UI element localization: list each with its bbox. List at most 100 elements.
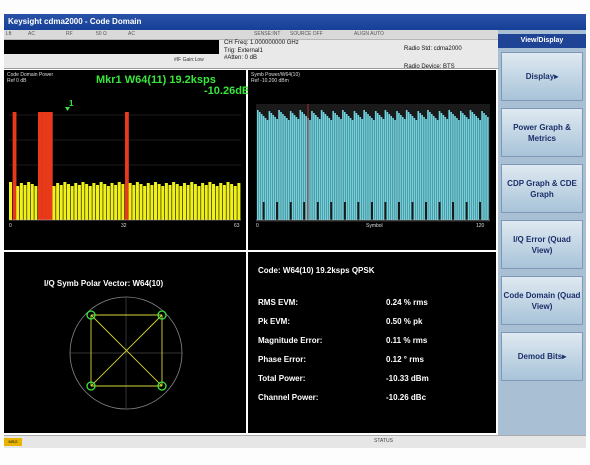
measurement-settings: CH Freq: 1.000000000 GHz Trig: External1… — [224, 40, 299, 63]
header-cell: SOURCE OFF — [290, 31, 323, 37]
metric-label: Magnitude Error: — [258, 336, 323, 345]
symbol-power-bar — [332, 111, 335, 220]
symbol-power-bar — [427, 110, 429, 220]
symbol-power-bar — [301, 112, 304, 220]
inactive-code-bar — [186, 185, 190, 220]
symbol-power-bar — [313, 113, 315, 220]
inactive-code-bar — [230, 184, 234, 220]
symbol-power-bar — [272, 115, 275, 220]
symbol-power-bar — [274, 117, 277, 220]
cdp-cde-graph-softkey[interactable]: CDP Graph & CDE Graph — [501, 164, 583, 213]
code-domain-quad-softkey[interactable]: Code Domain (Quad View) — [501, 276, 583, 325]
iq-polar-pane[interactable]: I/Q Symb Polar Vector: W64(10) — [4, 252, 246, 433]
symbol-power-bar — [299, 110, 302, 220]
symbol-power-bar — [456, 118, 458, 220]
x-axis-label: Symbol — [366, 223, 383, 229]
symbol-power-bar — [315, 115, 317, 220]
metrics-pane[interactable]: Code: W64(10) 19.2ksps QPSK RMS EVM: 0.24… — [248, 252, 496, 433]
header-cell: SENSE:INT — [254, 31, 281, 37]
inactive-code-bar — [172, 182, 176, 220]
inactive-code-bar — [52, 186, 56, 220]
symbol-power-bar — [344, 112, 346, 202]
inactive-code-bar — [67, 184, 71, 220]
metric-value: -10.26 dBc — [386, 393, 427, 402]
iq-error-quad-softkey[interactable]: I/Q Error (Quad View) — [501, 220, 583, 269]
metric-label: Pk EVM: — [258, 317, 291, 326]
symbol-power-bar — [289, 111, 292, 202]
inactive-code-bar — [208, 182, 212, 220]
code-domain-power-pane[interactable]: Code Domain Power Ref 0 dB Mkr1 W64(11) … — [4, 70, 250, 250]
symbol-power-bar — [402, 117, 404, 220]
inactive-code-bar — [96, 185, 100, 220]
inactive-code-bar — [117, 182, 121, 220]
symbol-power-bar — [260, 114, 263, 220]
active-code-bar — [48, 112, 53, 220]
symbol-power-bar — [287, 120, 290, 220]
inactive-code-bar — [34, 186, 38, 220]
symbol-power-bar — [481, 111, 483, 220]
active-code-bar — [45, 112, 50, 220]
symbol-power-bar — [324, 114, 327, 220]
message-icon[interactable]: MSG — [4, 438, 22, 446]
radio-std: Radio Std: cdma2000 — [404, 46, 462, 52]
symbol-power-bar — [293, 115, 296, 220]
symbol-power-bar — [316, 117, 319, 202]
trigger: Trig: External1 — [224, 47, 263, 54]
inactive-code-bar — [103, 184, 107, 220]
inactive-code-bar — [88, 186, 92, 220]
symbol-power-bar — [282, 114, 284, 220]
inactive-code-bar — [99, 182, 103, 220]
symbol-power-bar — [396, 111, 398, 220]
header-cell: 50 Ω — [96, 31, 107, 37]
symbol-power-bar — [444, 117, 447, 220]
display-softkey[interactable]: Display▸ — [501, 52, 583, 101]
inactive-code-bar — [63, 182, 67, 220]
symbol-power-bar — [373, 120, 375, 220]
power-graph-metrics-softkey[interactable]: Power Graph & Metrics — [501, 108, 583, 157]
inactive-code-bar — [16, 186, 20, 220]
symbol-power-bar — [378, 115, 381, 220]
symbol-power-bar — [309, 120, 311, 220]
symbol-power-bar — [475, 116, 478, 220]
inactive-code-bar — [110, 183, 114, 220]
inactive-code-bar — [132, 185, 136, 220]
symbol-power-bar — [394, 120, 396, 220]
symbol-power-bar — [440, 113, 443, 220]
symbol-power-bar — [328, 118, 331, 220]
symbol-power-bar — [423, 117, 425, 220]
symbol-power-bar — [469, 110, 472, 220]
symbol-power-bar — [386, 112, 389, 220]
symbol-power-bar — [363, 110, 365, 220]
symbol-power-bar — [487, 117, 489, 220]
symbol-power-bar — [407, 112, 410, 220]
symbol-power-bar — [454, 116, 456, 220]
symbol-power-bar — [369, 116, 371, 220]
inactive-code-bar — [146, 183, 150, 220]
symbol-power-bar — [417, 111, 420, 220]
symbol-power-bar — [291, 113, 294, 220]
inactive-code-bar — [30, 184, 34, 220]
symbol-power-pane[interactable]: Symb Power/W64(10) Ref -10.200 dBm 0 Sym… — [248, 70, 496, 250]
symbol-power-bar — [400, 115, 402, 220]
metric-label: Channel Power: — [258, 393, 319, 402]
symbol-power-bar — [355, 113, 358, 220]
symbol-power-bar — [276, 119, 278, 202]
symbol-power-bar — [398, 113, 400, 202]
symbol-power-bar — [305, 116, 307, 220]
symbol-power-bar — [284, 116, 286, 220]
inactive-code-bar — [212, 184, 216, 220]
symbol-power-bar — [413, 118, 416, 220]
symbol-power-bar — [460, 111, 462, 220]
if-gain-label: #IF Gain:Low — [174, 57, 204, 63]
active-code-bar — [38, 112, 42, 220]
symbol-power-bar — [258, 112, 261, 220]
symbol-power-bar — [367, 114, 369, 220]
symbol-power-bar — [357, 115, 360, 202]
symbol-power-bar — [384, 110, 387, 202]
demod-bits-softkey[interactable]: Demod Bits▸ — [501, 332, 583, 381]
header-cell: ALIGN AUTO — [354, 31, 384, 37]
symbol-power-bar — [361, 119, 364, 220]
symbol-power-bar — [463, 115, 466, 220]
inactive-code-bar — [204, 185, 208, 220]
inactive-code-bar — [23, 185, 27, 220]
